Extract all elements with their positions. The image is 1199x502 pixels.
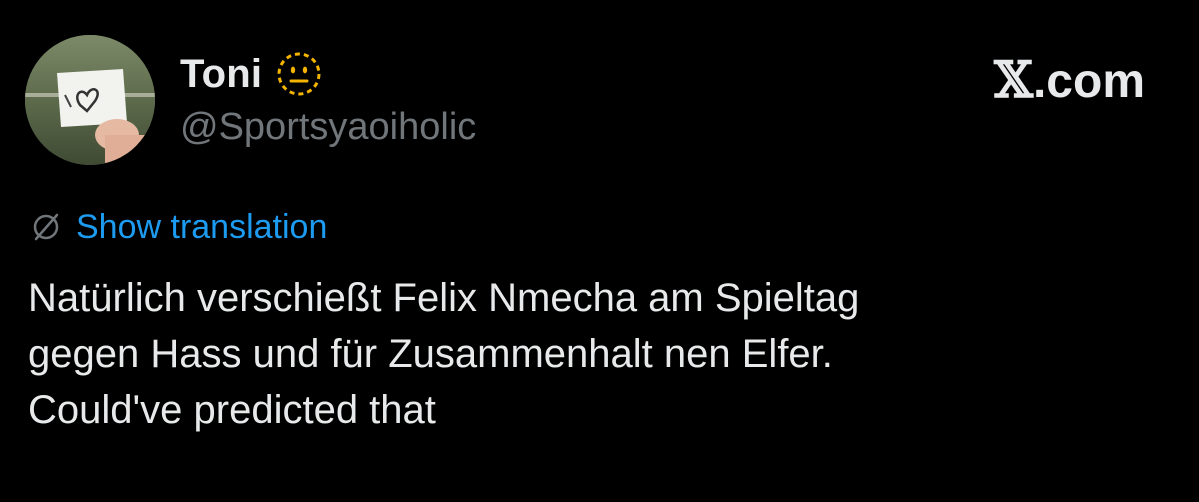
author-handle[interactable]: @Sportsyaoiholic (180, 106, 476, 149)
dotted-neutral-face-emoji-icon (276, 51, 322, 97)
tweet-text-line: Could've predicted that (28, 388, 436, 432)
show-translation-link[interactable]: Show translation (76, 208, 327, 247)
globe-slash-icon (30, 211, 62, 243)
translation-row[interactable]: Show translation (30, 205, 327, 249)
x-com-logo: 𝕏 .com (994, 50, 1145, 109)
avatar[interactable] (25, 35, 155, 165)
x-logo-domain-text: .com (1032, 55, 1145, 108)
tweet-text: Natürlich verschießt Felix Nmecha am Spi… (28, 270, 1168, 438)
tweet-text-line: Natürlich verschießt Felix Nmecha am Spi… (28, 276, 860, 320)
avatar-image (25, 35, 155, 165)
author-name-row: Toni (180, 48, 322, 100)
x-logo-icon: 𝕏 (994, 50, 1033, 109)
tweet-card: Toni @Sportsyaoiholic 𝕏 .com Show transl… (0, 0, 1199, 502)
display-name[interactable]: Toni (180, 52, 262, 97)
tweet-text-line: gegen Hass und für Zusammenhalt nen Elfe… (28, 332, 833, 376)
